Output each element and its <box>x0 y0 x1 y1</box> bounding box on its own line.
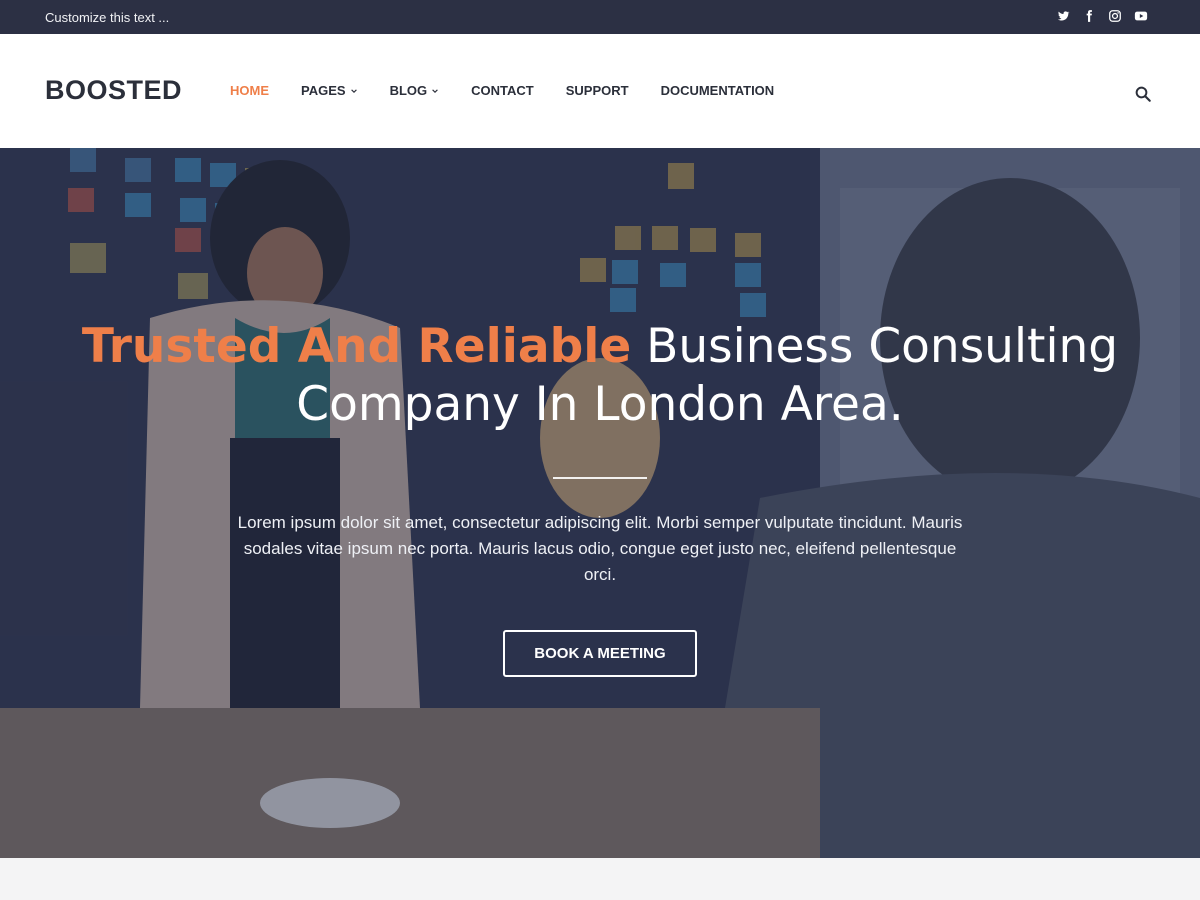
twitter-icon[interactable] <box>1056 9 1070 23</box>
chevron-down-icon <box>350 88 357 93</box>
nav-item-documentation[interactable]: DOCUMENTATION <box>661 83 775 98</box>
top-bar: Customize this text ... <box>0 0 1200 34</box>
next-section <box>0 858 1200 900</box>
search-icon[interactable] <box>1134 85 1152 103</box>
nav-item-pages[interactable]: PAGES <box>301 83 358 98</box>
nav-item-label: DOCUMENTATION <box>660 83 775 98</box>
nav-item-support[interactable]: SUPPORT <box>566 83 629 98</box>
site-logo[interactable]: BOOSTED <box>45 75 182 106</box>
nav-item-home[interactable]: HOME <box>230 83 269 98</box>
main-nav: HOME PAGES BLOG CONTACT SUPPORT DOCUMENT… <box>230 83 806 98</box>
nav-item-label: CONTACT <box>471 83 534 98</box>
hero-section: Trusted And Reliable Business Consulting… <box>0 148 1200 858</box>
facebook-icon[interactable] <box>1082 9 1096 23</box>
hero-title-accent: Trusted And Reliable <box>81 319 632 374</box>
nav-item-label: HOME <box>230 83 269 98</box>
nav-item-label: BLOG <box>389 83 428 98</box>
book-meeting-button[interactable]: BOOK A MEETING <box>503 630 697 677</box>
topbar-text: Customize this text ... <box>45 10 170 25</box>
hero-description: Lorem ipsum dolor sit amet, consectetur … <box>237 513 963 584</box>
hero-title: Trusted And Reliable Business Consulting… <box>60 318 1140 434</box>
youtube-icon[interactable] <box>1134 9 1148 23</box>
social-links <box>1056 9 1148 23</box>
nav-item-contact[interactable]: CONTACT <box>471 83 534 98</box>
site-header: BOOSTED HOME PAGES BLOG CONTACT SUPPORT … <box>0 34 1200 148</box>
nav-item-label: SUPPORT <box>565 83 629 98</box>
nav-item-label: PAGES <box>301 83 346 98</box>
nav-item-blog[interactable]: BLOG <box>390 83 440 98</box>
hero-overlay <box>0 148 1200 858</box>
instagram-icon[interactable] <box>1108 9 1122 23</box>
hero-divider <box>553 477 647 479</box>
chevron-down-icon <box>432 88 438 93</box>
